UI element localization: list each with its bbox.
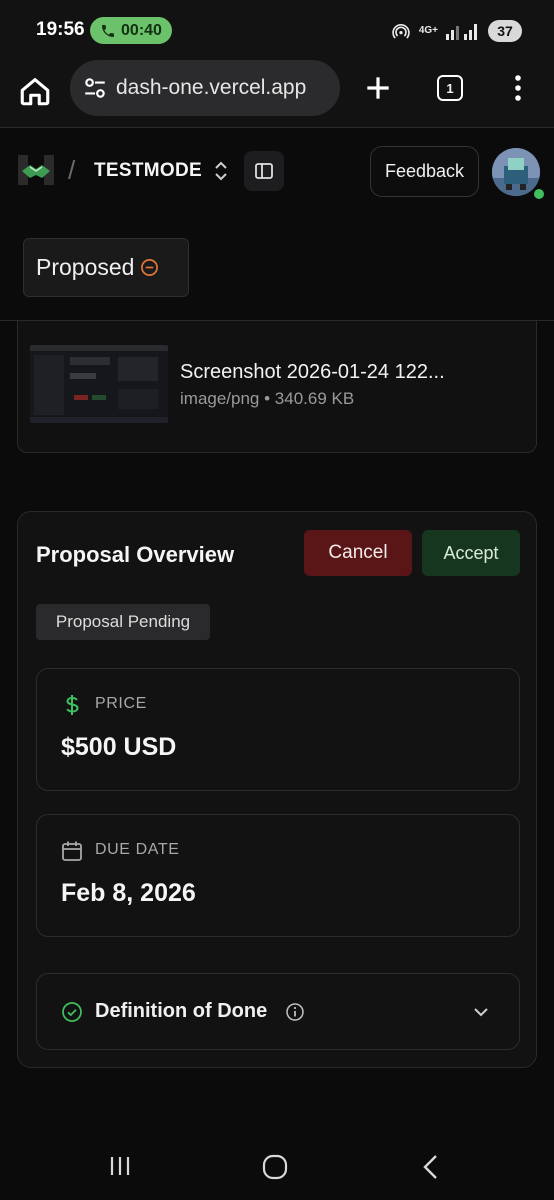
address-bar[interactable]: dash-one.vercel.app — [70, 60, 340, 116]
url-text: dash-one.vercel.app — [116, 76, 307, 99]
status-bar: 19:56 00:40 4G+ 37 — [0, 0, 554, 60]
due-date-panel: DUE DATE Feb 8, 2026 — [36, 814, 520, 937]
browser-toolbar: dash-one.vercel.app 1 — [0, 60, 554, 128]
phone-icon — [102, 24, 115, 37]
site-settings-icon[interactable] — [82, 75, 108, 101]
definition-of-done-label: Definition of Done — [95, 1000, 268, 1022]
home-icon[interactable] — [18, 74, 52, 108]
minus-circle-icon — [141, 259, 159, 276]
hotspot-icon — [392, 23, 410, 39]
tab-switcher-button[interactable]: 1 — [437, 75, 463, 101]
call-timer: 00:40 — [121, 21, 162, 39]
accept-button[interactable]: Accept — [422, 530, 520, 576]
call-indicator[interactable]: 00:40 — [90, 17, 172, 44]
dollar-icon — [66, 695, 79, 715]
system-navigation-bar — [0, 1130, 554, 1200]
attachment-file-name[interactable]: Screenshot 2026-01-24 122... — [180, 361, 445, 384]
cancel-button[interactable]: Cancel — [304, 530, 412, 576]
price-panel: PRICE $500 USD — [36, 668, 520, 791]
due-date-label: DUE DATE — [95, 841, 180, 858]
proposal-title: Proposal Overview — [36, 542, 235, 567]
definition-of-done-accordion[interactable]: Definition of Done — [36, 973, 520, 1050]
status-chip[interactable]: Proposed — [23, 238, 189, 297]
price-value: $500 USD — [61, 733, 177, 761]
sidebar-toggle-button[interactable] — [244, 151, 284, 191]
info-icon[interactable] — [285, 1002, 305, 1022]
header-divider — [0, 320, 554, 321]
feedback-button[interactable]: Feedback — [370, 146, 479, 197]
proposal-card: Proposal Overview Cancel Accept Proposal… — [17, 511, 537, 1068]
attachment-thumbnail[interactable] — [30, 345, 168, 423]
price-label: PRICE — [95, 695, 147, 712]
workspace-name[interactable]: TESTMODE — [94, 160, 202, 182]
due-date-value: Feb 8, 2026 — [61, 879, 196, 907]
chevron-down-icon[interactable] — [471, 1002, 491, 1022]
sidebar-icon — [255, 163, 273, 179]
overflow-menu-icon[interactable] — [508, 73, 528, 103]
breadcrumb-separator: / — [68, 155, 76, 185]
status-icons: 4G+ 37 — [391, 17, 522, 44]
status-badge: Proposal Pending — [36, 604, 210, 640]
app-header: / TESTMODE Feedback — [0, 129, 554, 219]
new-tab-icon[interactable] — [362, 72, 394, 104]
scroll-mask — [0, 300, 554, 320]
chevron-up-down-icon[interactable] — [212, 160, 230, 182]
thumbnail-image — [30, 345, 168, 423]
status-time: 19:56 — [36, 19, 85, 40]
check-circle-icon — [62, 1002, 82, 1022]
signal-icon — [446, 23, 477, 40]
status-chip-label: Proposed — [36, 254, 135, 280]
home-nav-icon[interactable] — [262, 1154, 288, 1180]
online-status-dot — [532, 187, 546, 201]
calendar-icon — [62, 841, 82, 861]
app-logo[interactable] — [16, 153, 56, 187]
attachment-card[interactable]: Screenshot 2026-01-24 122... image/png •… — [17, 300, 537, 453]
battery-indicator: 37 — [488, 19, 522, 42]
network-type: 4G+ — [418, 25, 438, 36]
attachment-file-meta: image/png • 340.69 KB — [180, 389, 355, 408]
recents-icon[interactable] — [108, 1154, 132, 1178]
back-icon[interactable] — [420, 1154, 442, 1180]
